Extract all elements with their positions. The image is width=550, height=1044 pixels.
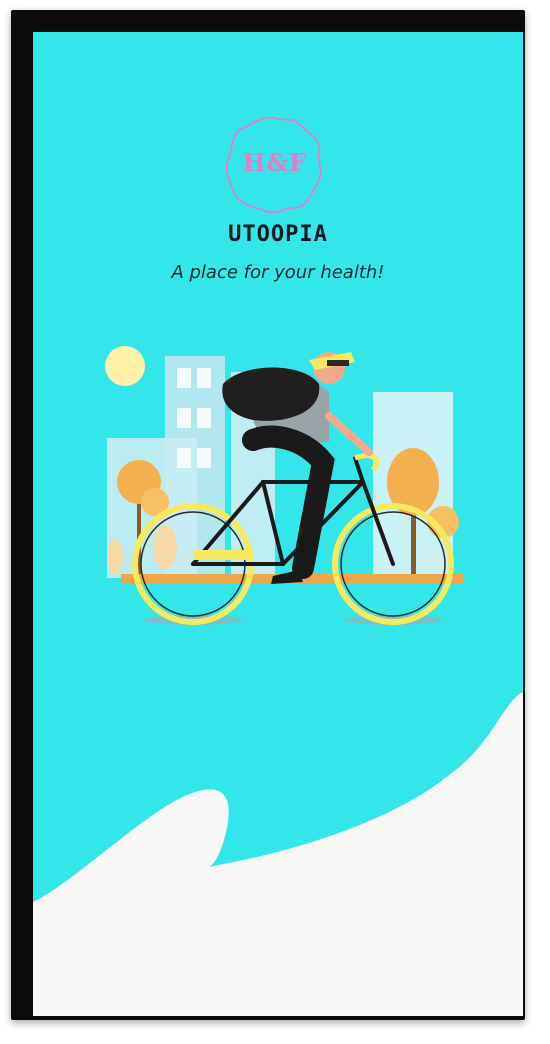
splash-screen: H&F UTOOPIA A place for your health! <box>33 32 523 1016</box>
tagline: A place for your health! <box>171 262 385 283</box>
device-frame: H&F UTOOPIA A place for your health! <box>11 10 525 1020</box>
logo-badge: H&F <box>223 112 327 216</box>
cyclist-illustration <box>105 346 463 625</box>
logo-text: H&F <box>242 148 308 177</box>
sun-icon <box>105 346 145 386</box>
app-name: UTOOPIA <box>228 222 328 247</box>
